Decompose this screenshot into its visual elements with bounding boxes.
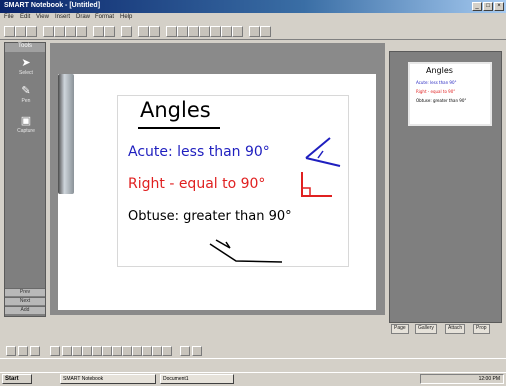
taskbar-item-document[interactable]: Document1 xyxy=(160,374,234,384)
obtuse-angle-icon xyxy=(209,239,283,263)
line-style-icon[interactable] xyxy=(50,346,60,356)
palette-9-icon[interactable] xyxy=(142,346,152,356)
screen-shade-icon[interactable] xyxy=(249,26,260,37)
next-page-icon[interactable] xyxy=(149,26,160,37)
save-icon[interactable] xyxy=(26,26,37,37)
right-panel-tabs: Page Gallery Attach Prop xyxy=(389,323,502,334)
status-bar xyxy=(0,358,506,372)
tab-gallery[interactable]: Gallery xyxy=(415,324,437,334)
eraser-icon[interactable] xyxy=(188,26,199,37)
tab-properties[interactable]: Prop xyxy=(473,324,490,334)
select-tool-label: Select xyxy=(19,70,33,76)
fill-tool-icon[interactable] xyxy=(232,26,243,37)
menu-format[interactable]: Format xyxy=(95,14,114,20)
tab-page[interactable]: Page xyxy=(391,324,409,334)
palette-10-icon[interactable] xyxy=(152,346,162,356)
palette-2-icon[interactable] xyxy=(72,346,82,356)
minimize-button[interactable]: _ xyxy=(472,2,482,11)
menu-draw[interactable]: Draw xyxy=(76,14,90,20)
zoom-icon[interactable] xyxy=(260,26,271,37)
main-toolbar xyxy=(0,23,506,40)
line-tool-icon[interactable] xyxy=(199,26,210,37)
redo-icon[interactable] xyxy=(104,26,115,37)
drawing-controls-row xyxy=(2,344,202,356)
capture-tool[interactable]: ▣ Capture xyxy=(11,115,41,139)
menu-bar: File Edit View Insert Draw Format Help xyxy=(0,13,506,23)
open-icon[interactable] xyxy=(15,26,26,37)
undo-icon[interactable] xyxy=(93,26,104,37)
window-title-bar: SMART Notebook - [Untitled] xyxy=(0,0,506,13)
pen-tool-label: Pen xyxy=(21,98,31,104)
tool-panel-header: Tools xyxy=(5,43,45,52)
window-title: SMART Notebook - [Untitled] xyxy=(4,2,101,9)
thumb-title: Angles xyxy=(426,66,453,75)
palette-3-icon[interactable] xyxy=(82,346,92,356)
palette-7-icon[interactable] xyxy=(122,346,132,356)
add-page-button[interactable]: Add xyxy=(5,306,45,314)
thumb-line-2: Right - equal to 90° xyxy=(416,89,456,94)
thumb-line-3: Obtuse: greater than 90° xyxy=(416,98,467,103)
start-button[interactable]: Start xyxy=(2,374,32,384)
capture-tool-label: Capture xyxy=(17,128,35,134)
text-tool-icon[interactable] xyxy=(221,26,232,37)
palette-6-icon[interactable] xyxy=(112,346,122,356)
screen-capture-icon: ▣ xyxy=(20,115,32,127)
acute-angle-icon xyxy=(305,137,341,167)
menu-insert[interactable]: Insert xyxy=(55,14,70,20)
pen-color-icon[interactable] xyxy=(18,346,28,356)
left-tool-panel: Tools ➤ Select ✎ Pen ▣ Capture Prev Next… xyxy=(4,42,46,317)
tab-attach[interactable]: Attach xyxy=(445,324,466,334)
highlighter-icon[interactable] xyxy=(177,26,188,37)
palette-8-icon[interactable] xyxy=(132,346,142,356)
clock: 12:00 PM xyxy=(478,376,500,382)
prev-button[interactable]: Prev xyxy=(5,288,45,296)
whiteboard-content[interactable]: Angles Acute: less than 90° Right - equa… xyxy=(117,95,349,267)
checkbox-icon[interactable] xyxy=(6,346,16,356)
next-button[interactable]: Next xyxy=(5,297,45,305)
paste-icon[interactable] xyxy=(76,26,87,37)
right-angle-icon xyxy=(301,172,332,197)
copy-icon[interactable] xyxy=(65,26,76,37)
close-button[interactable]: × xyxy=(494,2,504,11)
palette-1-icon[interactable] xyxy=(62,346,72,356)
menu-help[interactable]: Help xyxy=(120,14,132,20)
cut-icon[interactable] xyxy=(54,26,65,37)
thumb-line-1: Acute: less than 90° xyxy=(416,80,457,85)
cursor-icon: ➤ xyxy=(21,57,31,69)
taskbar-item-notebook[interactable]: SMART Notebook xyxy=(60,374,156,384)
prev-page-icon[interactable] xyxy=(138,26,149,37)
palette-5-icon[interactable] xyxy=(102,346,112,356)
pen-tool[interactable]: ✎ Pen xyxy=(11,85,41,109)
system-tray: 12:00 PM xyxy=(420,374,504,384)
angle-sketches xyxy=(209,137,341,263)
shape-tool-icon[interactable] xyxy=(210,26,221,37)
menu-file[interactable]: File xyxy=(4,14,14,20)
maximize-button[interactable]: □ xyxy=(483,2,493,11)
print-icon[interactable] xyxy=(43,26,54,37)
palette-4-icon[interactable] xyxy=(92,346,102,356)
menu-view[interactable]: View xyxy=(36,14,49,20)
pen-tray-icon[interactable] xyxy=(58,74,74,194)
pen-tool-icon[interactable] xyxy=(166,26,177,37)
transparency-icon[interactable] xyxy=(180,346,190,356)
delete-icon[interactable] xyxy=(121,26,132,37)
new-page-icon[interactable] xyxy=(4,26,15,37)
more-options-icon[interactable] xyxy=(192,346,202,356)
select-tool[interactable]: ➤ Select xyxy=(11,57,41,81)
menu-edit[interactable]: Edit xyxy=(20,14,30,20)
palette-11-icon[interactable] xyxy=(162,346,172,356)
line-width-icon[interactable] xyxy=(30,346,40,356)
page-thumbnail[interactable]: Angles Acute: less than 90° Right - equa… xyxy=(408,62,492,126)
pen-icon: ✎ xyxy=(21,85,31,97)
